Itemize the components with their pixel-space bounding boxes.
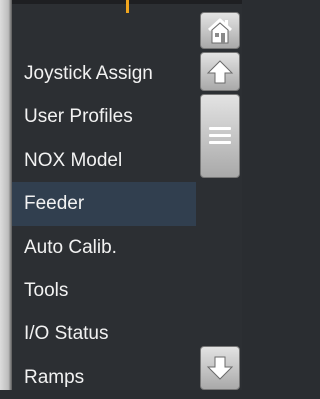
background-window-edge (0, 0, 12, 390)
menu-item-io-status[interactable]: I/O Status (12, 312, 200, 355)
menu-item-feeder[interactable]: Feeder (12, 182, 196, 226)
scrollbar-thumb[interactable] (200, 94, 240, 178)
menu-item-user-profiles[interactable]: User Profiles (12, 95, 200, 138)
settings-menu: Joystick Assign User Profiles NOX Model … (12, 52, 200, 399)
menu-item-ramps[interactable]: Ramps (12, 356, 200, 399)
scroll-up-button[interactable] (200, 52, 240, 91)
menu-item-joystick-assign[interactable]: Joystick Assign (12, 52, 200, 95)
arrow-down-icon (206, 354, 234, 382)
home-button[interactable] (200, 12, 240, 49)
home-icon (207, 17, 233, 45)
drag-handle-icon (207, 124, 233, 148)
menu-item-nox-model[interactable]: NOX Model (12, 139, 200, 182)
accent-marker (126, 0, 129, 13)
menu-item-tools[interactable]: Tools (12, 269, 200, 312)
arrow-up-icon (206, 58, 234, 86)
scroll-down-button[interactable] (200, 346, 240, 390)
menu-item-auto-calib[interactable]: Auto Calib. (12, 226, 200, 269)
